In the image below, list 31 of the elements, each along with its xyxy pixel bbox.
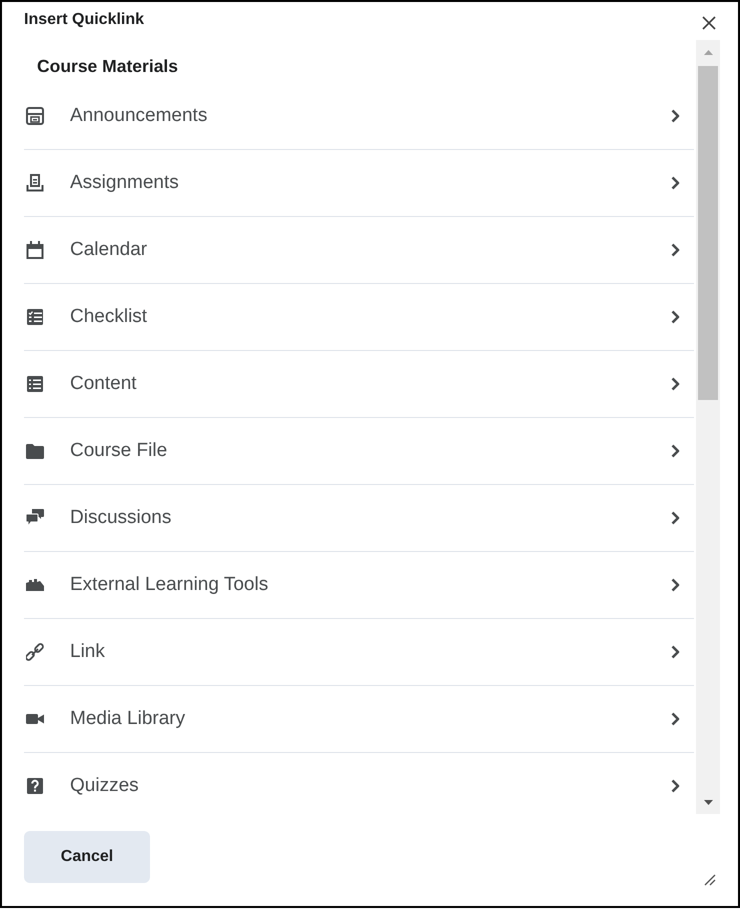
chevron-right-icon (671, 109, 680, 123)
chevron-right-icon (671, 578, 680, 592)
scrollbar-track[interactable] (696, 40, 720, 814)
scroll-down-icon[interactable] (704, 800, 712, 804)
speech-bubbles-icon (26, 509, 44, 527)
link-icon (26, 643, 44, 661)
list-icon (26, 375, 44, 393)
close-icon (702, 16, 716, 30)
scrollbar-thumb[interactable] (698, 66, 718, 400)
chevron-right-icon (671, 243, 680, 257)
resize-handle-icon[interactable] (704, 874, 716, 886)
chevron-right-icon (671, 310, 680, 324)
folder-icon (26, 444, 44, 458)
question-mark-icon (26, 777, 44, 795)
video-camera-icon (26, 714, 44, 724)
chevron-right-icon (671, 176, 680, 190)
calendar-icon (26, 241, 44, 259)
cancel-button[interactable]: Cancel (24, 831, 150, 883)
checklist-icon (26, 308, 44, 326)
chevron-right-icon (671, 511, 680, 525)
document-tray-icon (26, 174, 44, 192)
dialog-title: Insert Quicklink (24, 10, 144, 30)
brick-icon (26, 578, 44, 592)
chevron-right-icon (671, 645, 680, 659)
close-button[interactable] (700, 14, 718, 32)
section-heading: Course Materials (36, 55, 180, 78)
chevron-right-icon (671, 712, 680, 726)
chevron-right-icon (671, 779, 680, 793)
newspaper-icon (26, 107, 44, 125)
chevron-right-icon (671, 444, 680, 458)
chevron-right-icon (671, 377, 680, 391)
